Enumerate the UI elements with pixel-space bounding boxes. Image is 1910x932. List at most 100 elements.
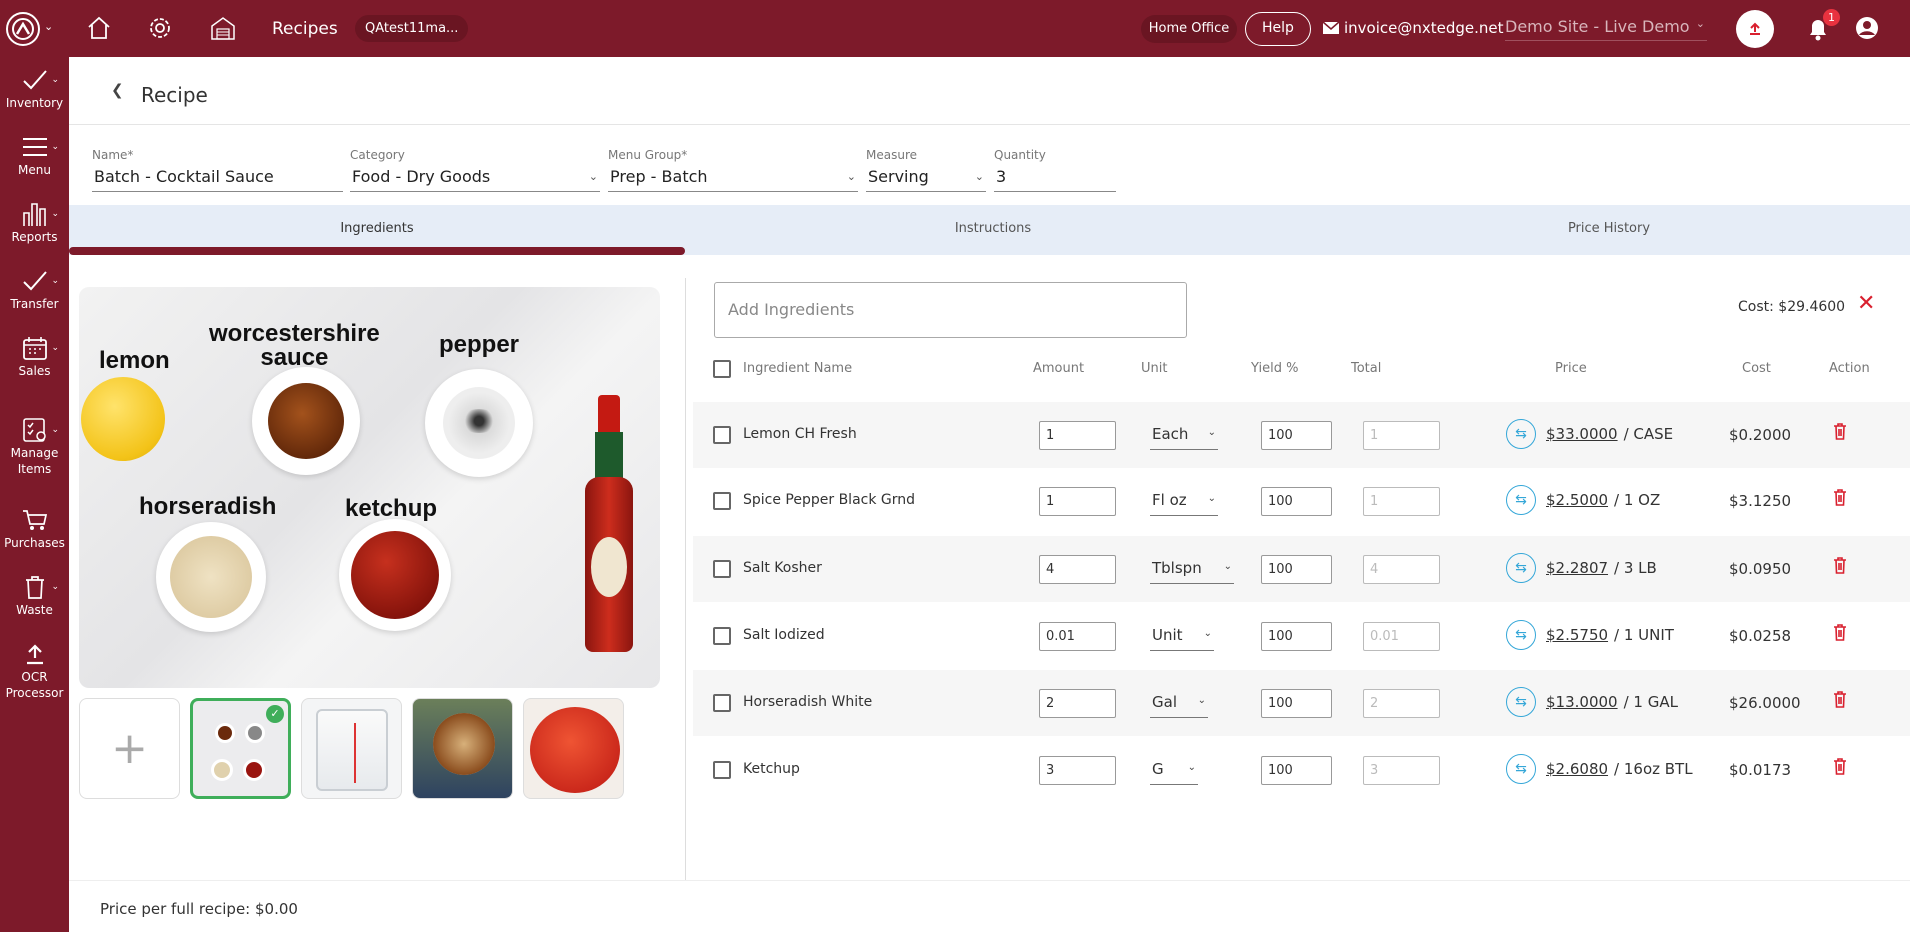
sidebar-item-inventory[interactable]: ⌄ Inventory: [0, 65, 69, 111]
email-link[interactable]: invoice@nxtedge.net: [1322, 19, 1504, 37]
menu-group-select[interactable]: Prep - Batch ⌄: [608, 162, 858, 192]
swap-price-icon[interactable]: ⇆: [1506, 687, 1536, 717]
row-checkbox[interactable]: [713, 492, 731, 510]
yield-input[interactable]: 100: [1261, 555, 1332, 584]
unit-select[interactable]: G ⌄: [1150, 760, 1198, 785]
measure-field[interactable]: Measure Serving ⌄: [866, 148, 986, 192]
yield-input[interactable]: 100: [1261, 689, 1332, 718]
page-header: ❮ Recipe: [69, 57, 1910, 125]
selected-check-icon: ✓: [266, 705, 284, 723]
swap-price-icon[interactable]: ⇆: [1506, 485, 1536, 515]
name-field[interactable]: Name* Batch - Cocktail Sauce: [92, 148, 343, 192]
image-thumbnail[interactable]: [301, 698, 402, 799]
tabasco-bottle: [598, 395, 620, 435]
quantity-field[interactable]: Quantity 3: [994, 148, 1116, 192]
amount-input[interactable]: 2: [1039, 689, 1116, 718]
swap-price-icon[interactable]: ⇆: [1506, 620, 1536, 650]
amount-input[interactable]: 0.01: [1039, 622, 1116, 651]
image-thumbnail[interactable]: [523, 698, 624, 799]
unit-select[interactable]: Unit ⌄: [1150, 626, 1214, 651]
tab-instructions[interactable]: Instructions: [685, 205, 1301, 255]
delete-icon[interactable]: [1833, 556, 1847, 578]
upload-button[interactable]: [1736, 10, 1774, 48]
delete-icon[interactable]: [1833, 422, 1847, 444]
unit-select[interactable]: Each ⌄: [1150, 425, 1218, 450]
quantity-label: Quantity: [994, 148, 1046, 162]
sidebar-item-purchases[interactable]: Purchases: [0, 505, 69, 551]
image-thumbnail-selected[interactable]: ✓: [190, 698, 291, 799]
yield-input[interactable]: 100: [1261, 487, 1332, 516]
price-link[interactable]: $2.5000: [1546, 491, 1608, 509]
total-input: 1: [1363, 421, 1440, 450]
category-field[interactable]: Category Food - Dry Goods ⌄: [350, 148, 600, 192]
select-all-checkbox[interactable]: [713, 360, 731, 378]
category-label: Category: [350, 148, 405, 162]
price-per-recipe: Price per full recipe: $0.00: [100, 900, 298, 918]
swap-price-icon[interactable]: ⇆: [1506, 754, 1536, 784]
amount-input[interactable]: 3: [1039, 756, 1116, 785]
price-link[interactable]: $2.5750: [1546, 626, 1608, 644]
image-thumbnail[interactable]: [412, 698, 513, 799]
price-link[interactable]: $33.0000: [1546, 425, 1618, 443]
yield-input[interactable]: 100: [1261, 756, 1332, 785]
close-icon[interactable]: ✕: [1857, 293, 1875, 315]
gear-icon[interactable]: [146, 14, 174, 42]
image-label-horseradish: horseradish: [139, 493, 277, 520]
row-checkbox[interactable]: [713, 560, 731, 578]
unit-select[interactable]: Gal ⌄: [1150, 693, 1208, 718]
add-ingredients-input[interactable]: Add Ingredients: [714, 282, 1187, 338]
app-logo[interactable]: [6, 12, 40, 46]
category-select[interactable]: Food - Dry Goods ⌄: [350, 162, 600, 192]
unit-select[interactable]: Fl oz ⌄: [1150, 491, 1218, 516]
unit-value: Gal: [1152, 693, 1177, 711]
site-select[interactable]: Demo Site - Live Demo ⌄: [1505, 17, 1707, 41]
price-unit: / 1 OZ: [1614, 491, 1661, 509]
home-icon[interactable]: [85, 14, 113, 42]
row-checkbox[interactable]: [713, 426, 731, 444]
price-link[interactable]: $2.6080: [1546, 760, 1608, 778]
delete-icon[interactable]: [1833, 488, 1847, 510]
amount-input[interactable]: 1: [1039, 421, 1116, 450]
delete-icon[interactable]: [1833, 623, 1847, 645]
user-account-icon[interactable]: [1855, 16, 1879, 44]
swap-price-icon[interactable]: ⇆: [1506, 553, 1536, 583]
chevron-down-icon[interactable]: ⌄: [44, 20, 53, 33]
sidebar-item-manage-items[interactable]: ⌄ Manage Items: [0, 415, 69, 477]
page-section-title[interactable]: Recipes: [272, 19, 338, 39]
menu-group-field[interactable]: Menu Group* Prep - Batch ⌄: [608, 148, 858, 192]
price-link[interactable]: $13.0000: [1546, 693, 1618, 711]
sidebar-item-sales[interactable]: ⌄ Sales: [0, 333, 69, 379]
amount-input[interactable]: 1: [1039, 487, 1116, 516]
name-input[interactable]: Batch - Cocktail Sauce: [92, 162, 343, 192]
amount-input[interactable]: 4: [1039, 555, 1116, 584]
swap-price-icon[interactable]: ⇆: [1506, 419, 1536, 449]
sidebar-item-waste[interactable]: ⌄ Waste: [0, 572, 69, 618]
row-checkbox[interactable]: [713, 627, 731, 645]
quantity-input[interactable]: 3: [994, 162, 1116, 192]
price-link[interactable]: $2.2807: [1546, 559, 1608, 577]
measure-select[interactable]: Serving ⌄: [866, 162, 986, 192]
row-checkbox[interactable]: [713, 694, 731, 712]
recipe-footer: Price per full recipe: $0.00: [69, 880, 1910, 932]
back-chevron-icon[interactable]: ❮: [111, 81, 124, 99]
unit-select[interactable]: Tblspn ⌄: [1150, 559, 1234, 584]
tab-ingredients[interactable]: Ingredients: [69, 205, 685, 255]
yield-input[interactable]: 100: [1261, 622, 1332, 651]
delete-icon[interactable]: [1833, 690, 1847, 712]
home-office-button[interactable]: Home Office: [1141, 15, 1237, 43]
yield-input[interactable]: 100: [1261, 421, 1332, 450]
tab-price-history[interactable]: Price History: [1301, 205, 1910, 255]
add-image-button[interactable]: +: [79, 698, 180, 799]
sidebar-item-menu[interactable]: ⌄ Menu: [0, 132, 69, 178]
row-checkbox[interactable]: [713, 761, 731, 779]
sidebar-item-ocr-processor[interactable]: OCR Processor: [0, 639, 69, 701]
delete-icon[interactable]: [1833, 757, 1847, 779]
warehouse-icon[interactable]: [209, 14, 237, 42]
table-row: Spice Pepper Black Grnd 1 Fl oz ⌄ 100 1 ⇆…: [693, 468, 1910, 534]
sidebar-item-transfer[interactable]: ⌄ Transfer: [0, 266, 69, 312]
chevron-down-icon: ⌄: [1695, 17, 1705, 30]
sidebar-item-reports[interactable]: ⌄ Reports: [0, 199, 69, 245]
recipe-tab-pill[interactable]: QAtest11ma...: [355, 15, 469, 42]
table-row: Salt Iodized 0.01 Unit ⌄ 100 0.01 ⇆ $2.575…: [693, 603, 1910, 669]
help-button[interactable]: Help: [1245, 12, 1311, 46]
